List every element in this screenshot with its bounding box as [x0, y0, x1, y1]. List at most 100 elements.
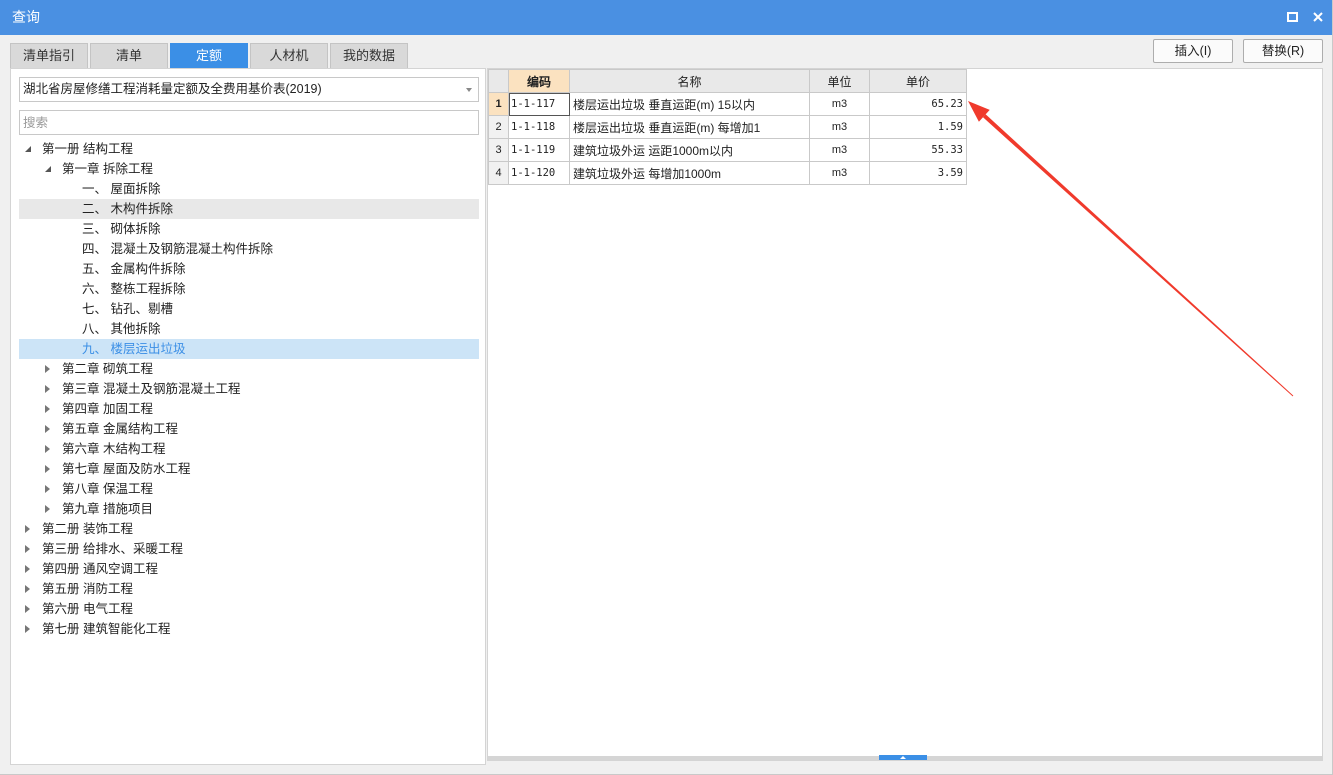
header-name[interactable]: 名称 [569, 69, 810, 93]
cell-unit[interactable]: m3 [809, 138, 870, 162]
tree-node-section[interactable]: 二、 木构件拆除 [19, 199, 479, 219]
tree-node-label: 第四章 加固工程 [62, 402, 153, 416]
collapsed-triangle-icon[interactable] [45, 465, 50, 473]
tree-node-volume[interactable]: 第一册 结构工程 [19, 139, 479, 159]
tab-bill-guide[interactable]: 清单指引 [10, 43, 88, 68]
tree-node-section[interactable]: 七、 钻孔、剔槽 [19, 299, 479, 319]
splitter-toggle[interactable] [879, 755, 927, 760]
tree-node-section[interactable]: 四、 混凝土及钢筋混凝土构件拆除 [19, 239, 479, 259]
cell-code[interactable]: 1-1-117 [508, 92, 570, 116]
tree-node-section-selected[interactable]: 九、 楼层运出垃圾 [19, 339, 479, 359]
tree-node-label: 三、 砌体拆除 [82, 222, 161, 236]
collapsed-triangle-icon[interactable] [25, 545, 30, 553]
collapsed-triangle-icon[interactable] [45, 505, 50, 513]
quota-library-select[interactable]: 湖北省房屋修缮工程消耗量定额及全费用基价表(2019) [19, 77, 479, 102]
tree-node-chapter[interactable]: 第五章 金属结构工程 [19, 419, 479, 439]
tab-quota[interactable]: 定额 [170, 43, 248, 68]
search-input[interactable] [19, 110, 479, 135]
expanded-triangle-icon[interactable] [25, 146, 31, 152]
tree-node-chapter[interactable]: 第七章 屋面及防水工程 [19, 459, 479, 479]
tree-node-chapter[interactable]: 第八章 保温工程 [19, 479, 479, 499]
tree-node-chapter[interactable]: 第二章 砌筑工程 [19, 359, 479, 379]
collapsed-triangle-icon[interactable] [25, 525, 30, 533]
table-row[interactable]: 1 1-1-117 楼层运出垃圾 垂直运距(m) 15以内 m3 65.23 [488, 92, 967, 116]
chevron-up-icon[interactable] [900, 756, 906, 759]
tree-node-chapter[interactable]: 第一章 拆除工程 [19, 159, 479, 179]
cell-name[interactable]: 楼层运出垃圾 垂直运距(m) 15以内 [569, 92, 810, 116]
cell-price[interactable]: 55.33 [869, 138, 967, 162]
cell-price[interactable]: 1.59 [869, 115, 967, 139]
tree-node-section[interactable]: 三、 砌体拆除 [19, 219, 479, 239]
maximize-icon[interactable] [1285, 10, 1299, 24]
tree-node-volume[interactable]: 第二册 装饰工程 [19, 519, 479, 539]
tree-node-chapter[interactable]: 第四章 加固工程 [19, 399, 479, 419]
table-row[interactable]: 2 1-1-118 楼层运出垃圾 垂直运距(m) 每增加1 m3 1.59 [488, 115, 967, 139]
tab-my-data[interactable]: 我的数据 [330, 43, 408, 68]
replace-button[interactable]: 替换(R) [1243, 39, 1323, 63]
cell-name[interactable]: 楼层运出垃圾 垂直运距(m) 每增加1 [569, 115, 810, 139]
collapsed-triangle-icon[interactable] [45, 485, 50, 493]
table-row[interactable]: 4 1-1-120 建筑垃圾外运 每增加1000m m3 3.59 [488, 161, 967, 185]
cell-unit[interactable]: m3 [809, 161, 870, 185]
cell-price[interactable]: 65.23 [869, 92, 967, 116]
collapsed-triangle-icon[interactable] [25, 565, 30, 573]
tree-node-section[interactable]: 一、 屋面拆除 [19, 179, 479, 199]
tree-node-chapter[interactable]: 第六章 木结构工程 [19, 439, 479, 459]
tree-node-volume[interactable]: 第六册 电气工程 [19, 599, 479, 619]
header-price[interactable]: 单价 [869, 69, 967, 93]
tree-node-chapter[interactable]: 第九章 措施项目 [19, 499, 479, 519]
collapsed-triangle-icon[interactable] [45, 425, 50, 433]
title-bar[interactable]: 查询 [0, 0, 1332, 35]
tree-node-section[interactable]: 五、 金属构件拆除 [19, 259, 479, 279]
tree-node-chapter[interactable]: 第三章 混凝土及钢筋混凝土工程 [19, 379, 479, 399]
tree-node-section[interactable]: 六、 整栋工程拆除 [19, 279, 479, 299]
cell-unit[interactable]: m3 [809, 115, 870, 139]
cell-name[interactable]: 建筑垃圾外运 运距1000m以内 [569, 138, 810, 162]
collapsed-triangle-icon[interactable] [25, 605, 30, 613]
tree-node-section[interactable]: 八、 其他拆除 [19, 319, 479, 339]
cell-code[interactable]: 1-1-120 [508, 161, 570, 185]
tree-node-label: 九、 楼层运出垃圾 [82, 342, 186, 356]
tree-node-label: 八、 其他拆除 [82, 322, 161, 336]
cell-unit[interactable]: m3 [809, 92, 870, 116]
collapsed-triangle-icon[interactable] [25, 585, 30, 593]
tree-node-label: 第四册 通风空调工程 [42, 562, 158, 576]
tab-labor-material-machine[interactable]: 人材机 [250, 43, 328, 68]
tree-node-label: 二、 木构件拆除 [82, 202, 173, 216]
quota-list-panel: 编码 名称 单位 单价 1 1-1-117 楼层运出垃圾 垂直运距(m) 15以… [487, 68, 1323, 761]
insert-button[interactable]: 插入(I) [1153, 39, 1233, 63]
tree-node-label: 一、 屋面拆除 [82, 182, 161, 196]
cell-code[interactable]: 1-1-118 [508, 115, 570, 139]
window-title: 查询 [12, 9, 40, 25]
collapsed-triangle-icon[interactable] [25, 625, 30, 633]
cell-row-number[interactable]: 3 [488, 138, 509, 162]
table-row[interactable]: 3 1-1-119 建筑垃圾外运 运距1000m以内 m3 55.33 [488, 138, 967, 162]
tree-node-label: 第一册 结构工程 [42, 142, 133, 156]
tree-node-volume[interactable]: 第三册 给排水、采暖工程 [19, 539, 479, 559]
collapsed-triangle-icon[interactable] [45, 445, 50, 453]
tree-node-volume[interactable]: 第四册 通风空调工程 [19, 559, 479, 579]
tree-node-label: 第二册 装饰工程 [42, 522, 133, 536]
cell-code[interactable]: 1-1-119 [508, 138, 570, 162]
collapsed-triangle-icon[interactable] [45, 405, 50, 413]
tree-node-label: 第三册 给排水、采暖工程 [42, 542, 183, 556]
tree-node-label: 第五册 消防工程 [42, 582, 133, 596]
cell-price[interactable]: 3.59 [869, 161, 967, 185]
panel-splitter[interactable] [488, 755, 1322, 760]
collapsed-triangle-icon[interactable] [45, 385, 50, 393]
tree-node-label: 第一章 拆除工程 [62, 162, 153, 176]
collapsed-triangle-icon[interactable] [45, 365, 50, 373]
cell-row-number[interactable]: 4 [488, 161, 509, 185]
cell-row-number[interactable]: 2 [488, 115, 509, 139]
chevron-down-icon[interactable] [466, 88, 472, 92]
quota-tree: 第一册 结构工程 第一章 拆除工程 一、 屋面拆除 二、 木构件拆除 三、 砌体… [19, 139, 479, 639]
header-unit[interactable]: 单位 [809, 69, 870, 93]
close-icon[interactable] [1311, 10, 1325, 24]
expanded-triangle-icon[interactable] [45, 166, 51, 172]
cell-row-number[interactable]: 1 [488, 92, 509, 116]
tab-bill[interactable]: 清单 [90, 43, 168, 68]
cell-name[interactable]: 建筑垃圾外运 每增加1000m [569, 161, 810, 185]
tree-node-volume[interactable]: 第五册 消防工程 [19, 579, 479, 599]
tree-node-volume[interactable]: 第七册 建筑智能化工程 [19, 619, 479, 639]
header-code[interactable]: 编码 [508, 69, 570, 93]
